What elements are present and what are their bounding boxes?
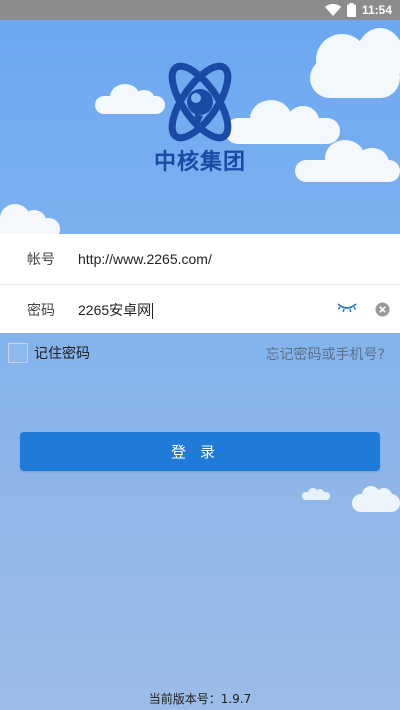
version-text: 当前版本号：1.9.7 bbox=[148, 692, 252, 706]
account-label: 帐号 bbox=[27, 251, 55, 268]
cloud bbox=[295, 140, 400, 182]
password-row[interactable]: 密码 2265安卓网 bbox=[0, 284, 400, 334]
cloud bbox=[310, 28, 400, 98]
remember-checkbox[interactable] bbox=[8, 343, 28, 363]
battery-icon bbox=[346, 3, 356, 17]
cloud bbox=[352, 486, 400, 512]
wifi-icon bbox=[324, 4, 341, 16]
brand-name: 中核集团 bbox=[153, 150, 246, 175]
password-label: 密码 bbox=[27, 302, 55, 319]
clear-icon[interactable] bbox=[375, 302, 390, 317]
login-button[interactable]: 登录 bbox=[20, 432, 380, 471]
login-form: 帐号 http://www.2265.com/ 密码 2265安卓网 bbox=[0, 234, 400, 333]
status-bar: 11:54 bbox=[0, 0, 400, 20]
status-right: 11:54 bbox=[324, 0, 392, 20]
status-time: 11:54 bbox=[361, 3, 392, 17]
remember-label: 记住密码 bbox=[34, 346, 90, 362]
remember-password[interactable]: 记住密码 bbox=[8, 343, 90, 363]
text-caret bbox=[152, 302, 154, 319]
eye-closed-icon[interactable] bbox=[336, 301, 358, 315]
password-input[interactable]: 2265安卓网 bbox=[78, 300, 154, 320]
password-value: 2265安卓网 bbox=[78, 301, 152, 318]
forgot-password-link[interactable]: 忘记密码或手机号? bbox=[266, 344, 385, 364]
account-row[interactable]: 帐号 http://www.2265.com/ bbox=[0, 234, 400, 283]
cloud bbox=[302, 488, 330, 500]
account-input[interactable]: http://www.2265.com/ bbox=[78, 251, 212, 267]
